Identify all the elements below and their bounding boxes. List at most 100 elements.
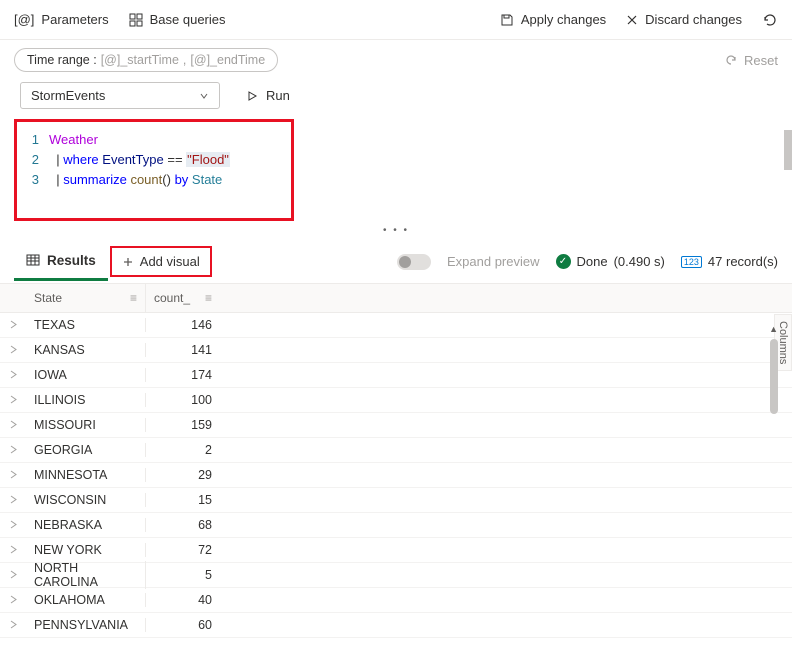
add-visual-button[interactable]: Add visual bbox=[110, 246, 212, 277]
table-row[interactable]: MISSOURI159 bbox=[0, 413, 792, 438]
row-expand-caret[interactable] bbox=[0, 543, 26, 557]
header-count-label: count_ bbox=[154, 291, 190, 305]
run-label: Run bbox=[266, 88, 290, 103]
query-header: StormEvents Run bbox=[0, 80, 792, 119]
column-menu-icon[interactable]: ≡ bbox=[205, 291, 212, 305]
cell-count: 68 bbox=[146, 518, 220, 532]
cell-count: 15 bbox=[146, 493, 220, 507]
table-row[interactable]: NEBRASKA68 bbox=[0, 513, 792, 538]
cell-state: IOWA bbox=[26, 368, 146, 382]
cell-count: 159 bbox=[146, 418, 220, 432]
database-name: StormEvents bbox=[31, 88, 105, 103]
cell-state: MINNESOTA bbox=[26, 468, 146, 482]
line-number: 3 bbox=[25, 170, 49, 190]
row-expand-caret[interactable] bbox=[0, 618, 26, 632]
cell-count: 146 bbox=[146, 318, 220, 332]
tok-pipe: | bbox=[56, 152, 59, 167]
time-range-chip[interactable]: Time range : [@]_startTime , [@]_endTime bbox=[14, 48, 278, 72]
results-grid: State ≡ count_ ≡ TEXAS146KANSAS141IOWA17… bbox=[0, 284, 792, 638]
tok-table: Weather bbox=[49, 132, 98, 147]
tok-column: State bbox=[192, 172, 222, 187]
table-row[interactable]: PENNSYLVANIA60 bbox=[0, 613, 792, 638]
base-queries-label: Base queries bbox=[150, 12, 226, 27]
expand-preview-toggle[interactable] bbox=[397, 254, 431, 270]
row-expand-caret[interactable] bbox=[0, 518, 26, 532]
time-range-start: [@]_startTime bbox=[101, 53, 179, 67]
scrollbar-thumb[interactable] bbox=[784, 130, 792, 170]
base-queries-button[interactable]: Base queries bbox=[129, 12, 226, 27]
refresh-icon bbox=[762, 12, 778, 28]
parameters-label: Parameters bbox=[41, 12, 108, 27]
time-range-end: [@]_endTime bbox=[190, 53, 265, 67]
top-toolbar: [@] Parameters Base queries Apply change… bbox=[0, 0, 792, 40]
header-state[interactable]: State ≡ bbox=[26, 284, 146, 312]
table-row[interactable]: ILLINOIS100 bbox=[0, 388, 792, 413]
query-editor[interactable]: 1 Weather 2 | where EventType == "Flood"… bbox=[14, 119, 294, 221]
database-select[interactable]: StormEvents bbox=[20, 82, 220, 109]
cell-state: NEBRASKA bbox=[26, 518, 146, 532]
cell-count: 141 bbox=[146, 343, 220, 357]
table-row[interactable]: OKLAHOMA40 bbox=[0, 588, 792, 613]
records-label: 47 record(s) bbox=[708, 254, 778, 269]
cell-count: 174 bbox=[146, 368, 220, 382]
row-expand-caret[interactable] bbox=[0, 318, 26, 332]
cell-count: 72 bbox=[146, 543, 220, 557]
header-count[interactable]: count_ ≡ bbox=[146, 284, 220, 312]
table-row[interactable]: NEW YORK72 bbox=[0, 538, 792, 563]
tok-keyword: by bbox=[175, 172, 189, 187]
cell-state: TEXAS bbox=[26, 318, 146, 332]
header-state-label: State bbox=[34, 291, 62, 305]
scroll-up-arrow[interactable]: ▲ bbox=[769, 324, 778, 334]
tok-paren: () bbox=[162, 172, 171, 187]
cell-count: 29 bbox=[146, 468, 220, 482]
table-row[interactable]: WISCONSIN15 bbox=[0, 488, 792, 513]
cell-state: NORTH CAROLINA bbox=[26, 561, 146, 589]
row-expand-caret[interactable] bbox=[0, 493, 26, 507]
tok-op: == bbox=[167, 152, 182, 167]
tok-column: EventType bbox=[102, 152, 163, 167]
reset-label: Reset bbox=[744, 53, 778, 68]
parameters-icon: [@] bbox=[14, 12, 34, 27]
refresh-button[interactable] bbox=[762, 12, 778, 28]
row-expand-caret[interactable] bbox=[0, 343, 26, 357]
results-scrollbar-thumb[interactable] bbox=[770, 339, 778, 414]
row-expand-caret[interactable] bbox=[0, 468, 26, 482]
row-expand-caret[interactable] bbox=[0, 593, 26, 607]
tok-function: count bbox=[130, 172, 162, 187]
row-expand-caret[interactable] bbox=[0, 393, 26, 407]
parameters-button[interactable]: [@] Parameters bbox=[14, 12, 109, 27]
results-body[interactable]: TEXAS146KANSAS141IOWA174ILLINOIS100MISSO… bbox=[0, 313, 792, 638]
header-expand-col bbox=[0, 284, 26, 312]
run-button[interactable]: Run bbox=[232, 83, 304, 108]
table-row[interactable]: MINNESOTA29 bbox=[0, 463, 792, 488]
record-count: 123 47 record(s) bbox=[681, 254, 778, 269]
discard-changes-button[interactable]: Discard changes bbox=[626, 12, 742, 27]
table-row[interactable]: GEORGIA2 bbox=[0, 438, 792, 463]
cell-count: 100 bbox=[146, 393, 220, 407]
table-row[interactable]: IOWA174 bbox=[0, 363, 792, 388]
tok-string: "Flood" bbox=[186, 152, 230, 167]
reset-button[interactable]: Reset bbox=[724, 53, 778, 68]
query-status: ✓ Done (0.490 s) bbox=[556, 254, 665, 269]
table-row[interactable]: KANSAS141 bbox=[0, 338, 792, 363]
results-toolbar: Results Add visual Expand preview ✓ Done… bbox=[0, 240, 792, 284]
table-row[interactable]: TEXAS146 bbox=[0, 313, 792, 338]
time-range-row: Time range : [@]_startTime , [@]_endTime… bbox=[0, 40, 792, 80]
tab-results[interactable]: Results bbox=[14, 243, 108, 281]
row-expand-caret[interactable] bbox=[0, 418, 26, 432]
discard-changes-label: Discard changes bbox=[645, 12, 742, 27]
expand-preview-label: Expand preview bbox=[447, 254, 540, 269]
cell-state: ILLINOIS bbox=[26, 393, 146, 407]
table-row[interactable]: NORTH CAROLINA5 bbox=[0, 563, 792, 588]
status-success-icon: ✓ bbox=[556, 254, 571, 269]
cell-state: WISCONSIN bbox=[26, 493, 146, 507]
row-expand-caret[interactable] bbox=[0, 368, 26, 382]
cell-state: PENNSYLVANIA bbox=[26, 618, 146, 632]
resize-handle[interactable]: • • • bbox=[0, 221, 792, 240]
row-expand-caret[interactable] bbox=[0, 443, 26, 457]
column-menu-icon[interactable]: ≡ bbox=[130, 291, 137, 305]
row-expand-caret[interactable] bbox=[0, 568, 26, 582]
chevron-down-icon bbox=[199, 91, 209, 101]
apply-changes-button[interactable]: Apply changes bbox=[500, 12, 606, 27]
cell-count: 60 bbox=[146, 618, 220, 632]
